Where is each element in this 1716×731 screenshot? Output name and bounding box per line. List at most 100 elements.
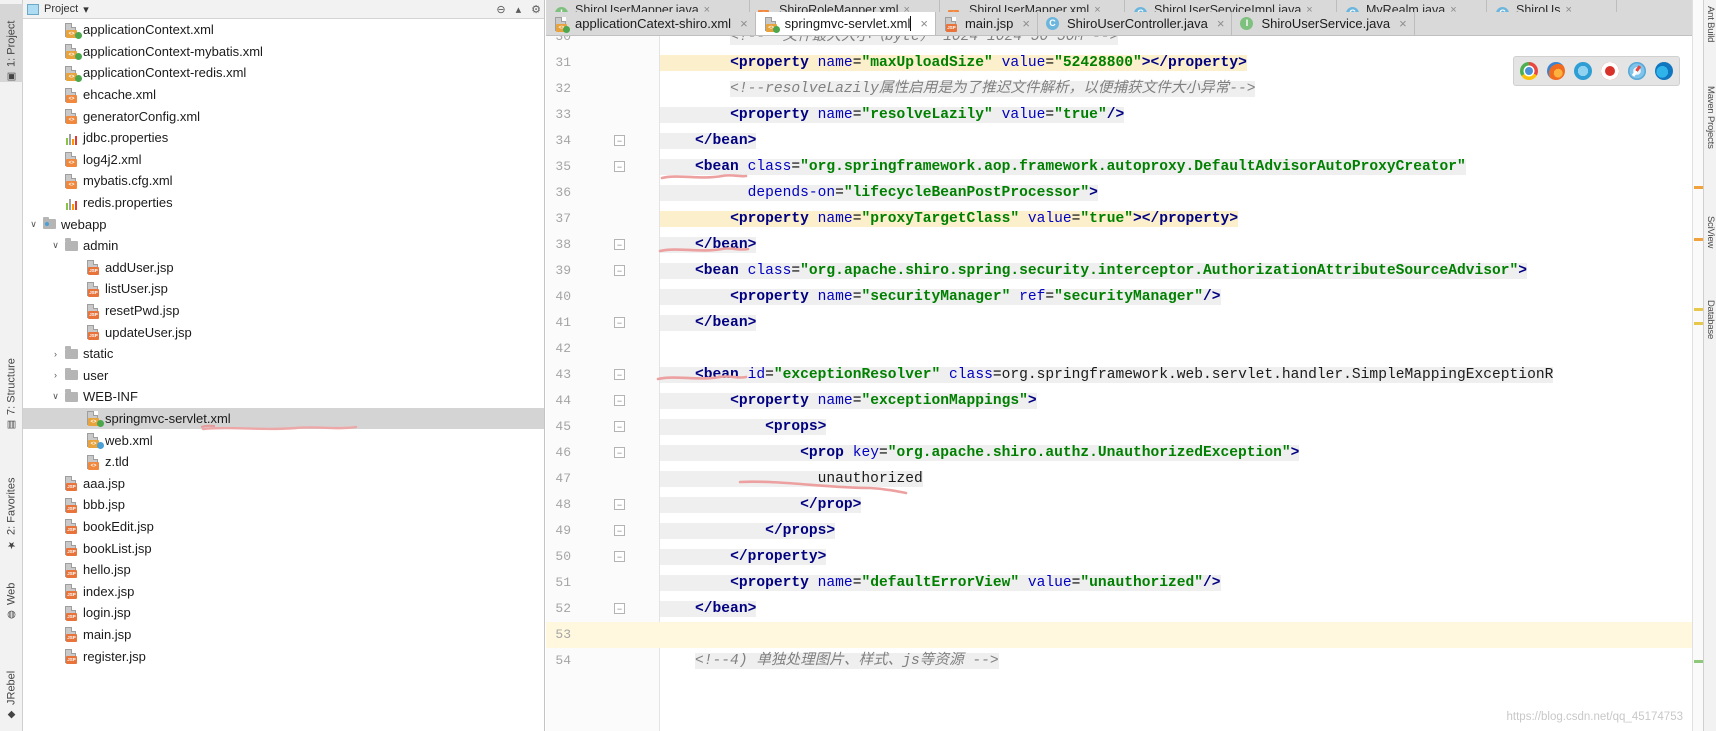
close-icon[interactable]: ×	[1450, 4, 1456, 12]
scroll-from-source-icon[interactable]: ▴	[516, 3, 522, 16]
code-fold-toggle[interactable]: −	[614, 421, 627, 434]
close-icon[interactable]: ×	[1565, 4, 1571, 12]
tree-item-springmvc-servlet-xml[interactable]: <> springmvc-servlet.xml	[23, 407, 544, 430]
tree-item-static[interactable]: › static	[23, 343, 544, 365]
close-icon[interactable]: ×	[920, 16, 928, 31]
close-icon[interactable]: ×	[740, 16, 748, 31]
tree-item-mybatis-cfg-xml[interactable]: <> mybatis.cfg.xml	[23, 170, 544, 192]
error-stripe-column[interactable]	[1692, 0, 1703, 731]
code-fold-toggle[interactable]: −	[614, 499, 627, 512]
firefox-icon[interactable]	[1547, 62, 1565, 80]
chevron-down-icon[interactable]: ▾	[83, 3, 89, 16]
tree-item-user[interactable]: › user	[23, 365, 544, 387]
tree-item-bookedit-jsp[interactable]: JSP bookEdit.jsp	[23, 516, 544, 538]
code-fold-toggle[interactable]: −	[614, 551, 627, 564]
tree-item-hello-jsp[interactable]: JSP hello.jsp	[23, 559, 544, 581]
editor-tab[interactable]: <> applicationCatext-shiro.xml ×	[546, 12, 756, 35]
editor-tab-upper[interactable]: C MyRealm.java ×	[1337, 0, 1487, 12]
code-fold-toggle[interactable]: −	[614, 603, 627, 616]
tree-item-redis-properties[interactable]: redis.properties	[23, 192, 544, 214]
stripe-mark[interactable]	[1694, 186, 1703, 189]
editor-tab-upper[interactable]: <> ShiroUserMapper.xml ×	[940, 0, 1125, 12]
editor-gutter[interactable]: 30 31 32 33 34 − 35 − 36 37 38 − 39 − 40 41 − 42 43 − 44 − 45 −…	[546, 36, 660, 731]
code-editor[interactable]: 30 31 32 33 34 − 35 − 36 37 38 − 39 − 40 41 − 42 43 − 44 − 45 −…	[546, 36, 1703, 731]
tree-item-main-jsp[interactable]: JSP main.jsp	[23, 624, 544, 646]
code-fold-toggle[interactable]: −	[614, 135, 627, 148]
stripe-mark[interactable]	[1694, 238, 1703, 241]
chrome-icon[interactable]	[1520, 62, 1538, 80]
tree-item-applicationcontext-mybatis-xml[interactable]: <> applicationContext-mybatis.xml	[23, 41, 544, 63]
editor-tab-upper[interactable]: I ShiroUserMapper.java ×	[546, 0, 750, 12]
tree-twisty-icon[interactable]: ›	[48, 349, 63, 359]
settings-icon[interactable]: ⚙	[531, 3, 541, 16]
tool-button-ant-build[interactable]: Ant Build	[1703, 6, 1716, 66]
code-fold-toggle[interactable]: −	[614, 447, 627, 460]
code-fold-toggle[interactable]: −	[614, 317, 627, 330]
tree-item-webapp[interactable]: ∨ webapp	[23, 213, 544, 235]
tree-item-admin[interactable]: ∨ admin	[23, 235, 544, 257]
close-icon[interactable]: ×	[1217, 16, 1225, 31]
project-tree[interactable]: <> applicationContext.xml <> applicationCon…	[23, 19, 544, 667]
safari-icon[interactable]	[1628, 62, 1646, 80]
tree-item-login-jsp[interactable]: JSP login.jsp	[23, 602, 544, 624]
close-icon[interactable]: ×	[1094, 4, 1100, 12]
tool-button-maven[interactable]: Maven Projects	[1703, 86, 1716, 186]
tree-item-aaa-jsp[interactable]: JSP aaa.jsp	[23, 472, 544, 494]
tool-button-favorites[interactable]: ★ 2: Favorites	[0, 450, 23, 550]
close-icon[interactable]: ×	[704, 4, 710, 12]
tool-button-web[interactable]: ◍ Web	[0, 560, 23, 620]
editor-tab-active[interactable]: <> springmvc-servlet.xml ×	[755, 12, 936, 35]
editor-tab[interactable]: JSP main.jsp ×	[935, 12, 1038, 35]
editor-tab-upper[interactable]: C ShiroUserServiceImpl.java ×	[1125, 0, 1337, 12]
tree-item-resetpwd-jsp[interactable]: JSP resetPwd.jsp	[23, 300, 544, 322]
tree-item-web-inf[interactable]: ∨ WEB-INF	[23, 386, 544, 408]
tree-item-booklist-jsp[interactable]: JSP bookList.jsp	[23, 537, 544, 559]
tree-item-updateuser-jsp[interactable]: JSP updateUser.jsp	[23, 321, 544, 343]
tree-item-ehcache-xml[interactable]: <> ehcache.xml	[23, 84, 544, 106]
tree-item-applicationcontext-redis-xml[interactable]: <> applicationContext-redis.xml	[23, 62, 544, 84]
tree-item-adduser-jsp[interactable]: JSP addUser.jsp	[23, 257, 544, 279]
editor-tab-row-upper[interactable]: I ShiroUserMapper.java × <> ShiroRoleMapper.…	[546, 0, 1703, 12]
editor-tab-upper[interactable]: <> ShiroRoleMapper.xml ×	[750, 0, 940, 12]
tree-item-jdbc-properties[interactable]: jdbc.properties	[23, 127, 544, 149]
editor-tab-row[interactable]: <> applicationCatext-shiro.xml × <> springmv…	[546, 12, 1703, 36]
tree-item-index-jsp[interactable]: JSP index.jsp	[23, 580, 544, 602]
explorer-icon[interactable]	[1574, 62, 1592, 80]
stripe-mark[interactable]	[1694, 660, 1703, 663]
tree-item-register-jsp[interactable]: JSP register.jsp	[23, 645, 544, 667]
tree-twisty-icon[interactable]: ∨	[48, 391, 63, 402]
close-icon[interactable]: ×	[904, 4, 910, 12]
code-fold-toggle[interactable]: −	[614, 265, 627, 278]
code-fold-toggle[interactable]: −	[614, 369, 627, 382]
tree-twisty-icon[interactable]: ›	[48, 370, 63, 380]
tree-item-z-tld[interactable]: <> z.tld	[23, 451, 544, 473]
close-icon[interactable]: ×	[1306, 4, 1312, 12]
stripe-mark[interactable]	[1694, 308, 1703, 311]
opera-icon[interactable]	[1601, 62, 1619, 80]
tool-button-sciview[interactable]: SciView	[1703, 216, 1716, 282]
tool-button-project[interactable]: ▣ 1: Project	[0, 4, 23, 82]
stripe-mark[interactable]	[1694, 322, 1703, 325]
tree-item-listuser-jsp[interactable]: JSP listUser.jsp	[23, 278, 544, 300]
collapse-all-icon[interactable]: ⊖	[496, 3, 505, 16]
tool-button-structure[interactable]: ▥ 7: Structure	[0, 330, 23, 430]
editor-tab-upper[interactable]: C ShiroUs ×	[1487, 0, 1617, 12]
browser-launch-toolbar[interactable]	[1514, 57, 1679, 85]
edge-icon[interactable]	[1655, 62, 1673, 80]
code-fold-toggle[interactable]: −	[614, 395, 627, 408]
tree-item-generatorconfig-xml[interactable]: <> generatorConfig.xml	[23, 105, 544, 127]
code-fold-toggle[interactable]: −	[614, 161, 627, 174]
tree-item-bbb-jsp[interactable]: JSP bbb.jsp	[23, 494, 544, 516]
editor-code[interactable]: <!-- 文件最大大小（byte） 1024*1024*50 50M --> <…	[660, 36, 1703, 731]
tool-button-jrebel[interactable]: ◆ JRebel	[0, 640, 23, 720]
code-fold-toggle[interactable]: −	[614, 239, 627, 252]
tool-button-database[interactable]: Database	[1703, 300, 1716, 370]
tree-item-web-xml[interactable]: <> web.xml	[23, 429, 544, 451]
tree-twisty-icon[interactable]: ∨	[48, 240, 63, 251]
code-fold-toggle[interactable]: −	[614, 525, 627, 538]
tree-twisty-icon[interactable]: ∨	[26, 219, 41, 230]
tree-item-log4j2-xml[interactable]: <> log4j2.xml	[23, 149, 544, 171]
close-icon[interactable]: ×	[1022, 16, 1030, 31]
tree-item-applicationcontext-xml[interactable]: <> applicationContext.xml	[23, 19, 544, 41]
editor-tab[interactable]: C ShiroUserController.java ×	[1037, 12, 1233, 35]
